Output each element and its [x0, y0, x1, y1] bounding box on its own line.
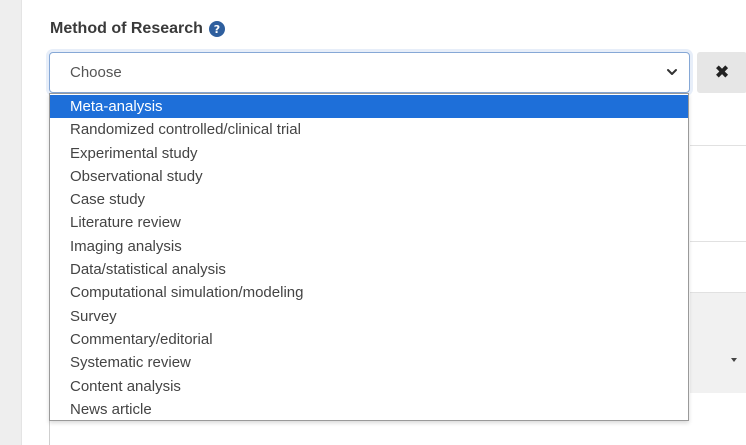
dropdown-option[interactable]: Content analysis [50, 375, 688, 398]
dropdown-option[interactable]: Literature review [50, 211, 688, 234]
underlying-field [690, 292, 746, 393]
dropdown-option[interactable]: Data/statistical analysis [50, 258, 688, 281]
dropdown-option[interactable]: Randomized controlled/clinical trial [50, 118, 688, 141]
dropdown-option[interactable]: Meta-analysis [50, 95, 688, 119]
dropdown-option[interactable]: Imaging analysis [50, 235, 688, 258]
dropdown-option[interactable]: Commentary/editorial [50, 328, 688, 351]
caret-down-icon[interactable] [731, 358, 737, 362]
left-gutter [0, 0, 21, 445]
separator [690, 292, 746, 293]
clear-button[interactable]: ✖ [697, 52, 746, 93]
question-circle-icon[interactable]: ? [208, 21, 225, 37]
close-x-icon: ✖ [714, 62, 730, 83]
dropdown-option[interactable]: Experimental study [50, 142, 688, 165]
field-label-text: Method of Research [50, 20, 203, 37]
field-label: Method of Research ? [50, 20, 225, 38]
dropdown-option[interactable]: Systematic review [50, 351, 688, 374]
chevron-down-icon [667, 69, 677, 75]
page: Method of Research ? Choose ✖ Meta-analy… [0, 0, 746, 445]
separator [690, 241, 746, 242]
options-dropdown: Meta-analysis Randomized controlled/clini… [49, 93, 689, 421]
dropdown-option[interactable]: News article [50, 398, 688, 421]
dropdown-option[interactable]: Case study [50, 188, 688, 211]
divider [49, 420, 50, 445]
dropdown-option[interactable]: Survey [50, 305, 688, 328]
dropdown-option[interactable]: Computational simulation/modeling [50, 281, 688, 304]
method-select[interactable]: Choose [49, 52, 690, 93]
select-value: Choose [70, 64, 122, 81]
dropdown-option[interactable]: Observational study [50, 165, 688, 188]
separator [690, 145, 746, 146]
